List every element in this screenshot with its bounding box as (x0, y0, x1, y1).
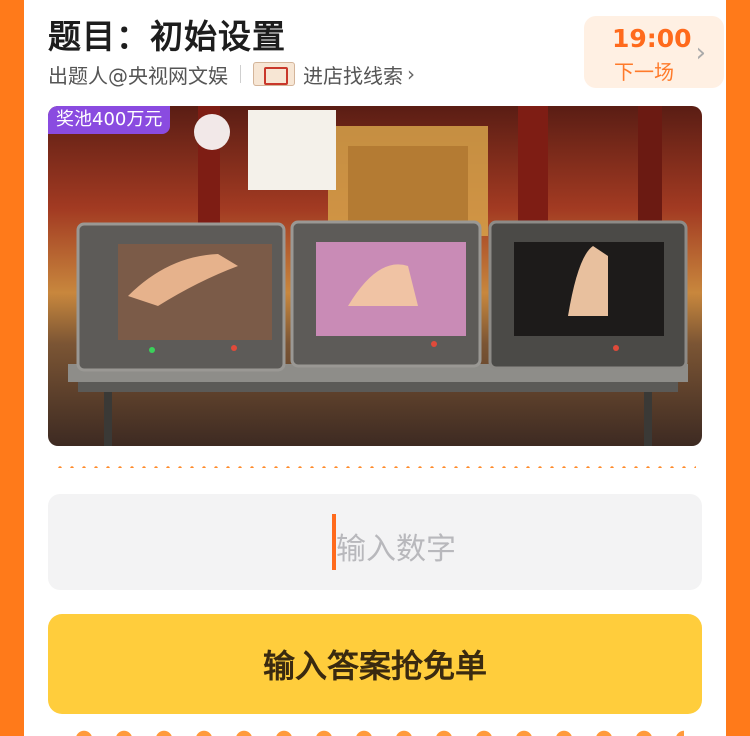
chevron-right-icon: › (695, 38, 706, 68)
question-image: 奖池400万元 (48, 106, 702, 446)
dotted-divider (54, 466, 696, 468)
chevron-right-icon[interactable]: › (407, 62, 415, 86)
next-round-time: 19:00 (612, 24, 692, 53)
author-label: 出题人@央视网文娱 (48, 63, 228, 88)
divider (240, 65, 241, 83)
ticket-notch-left (0, 459, 9, 477)
shop-logo-icon[interactable] (253, 62, 295, 86)
answer-input[interactable]: 输入数字 (48, 494, 702, 590)
answer-placeholder: 输入数字 (336, 532, 456, 567)
studio-scene-illustration (68, 106, 688, 446)
ticket-notch-right (741, 459, 750, 477)
meta-row: 出题人@央视网文娱 进店找线索 › (48, 60, 415, 88)
submit-answer-button[interactable]: 输入答案抢免单 (48, 614, 702, 714)
page-title: 题目：初始设置 (48, 17, 286, 56)
next-round-label: 下一场 (614, 60, 674, 84)
decorative-dots (64, 730, 684, 736)
quiz-card: 题目：初始设置 出题人@央视网文娱 进店找线索 › 19:00 下一场 › 奖池… (24, 0, 726, 736)
shop-link[interactable]: 进店找线索 (303, 60, 403, 89)
next-round-button[interactable]: 19:00 下一场 › (584, 16, 724, 88)
prize-pool-badge: 奖池400万元 (48, 106, 171, 134)
